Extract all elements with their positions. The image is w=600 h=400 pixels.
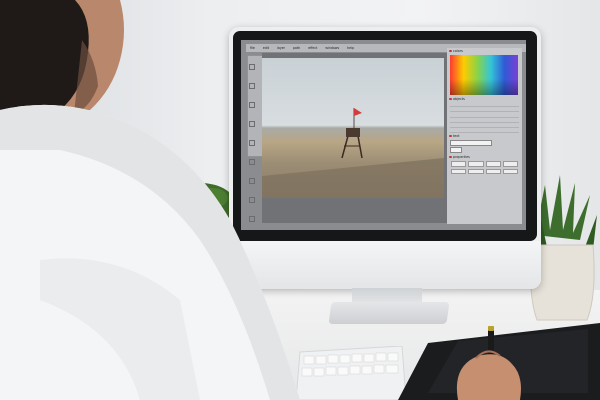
font-row [450,140,519,147]
objects-panel-title[interactable]: objects [447,96,522,102]
size-row [450,147,519,154]
property-field[interactable] [451,161,467,167]
property-field[interactable] [468,161,484,167]
properties-panel-title[interactable]: properties [447,154,522,160]
property-field[interactable] [502,161,518,167]
color-spectrum[interactable] [450,55,518,95]
font-input[interactable] [450,140,492,147]
hand-with-stylus [456,326,521,400]
menu-help[interactable]: help [347,44,354,52]
size-input[interactable] [450,147,462,154]
properties-grid [451,161,518,175]
property-field[interactable] [468,168,484,175]
property-field[interactable] [451,168,467,175]
property-field[interactable] [485,161,501,167]
right-panels: colors objects text properties [447,48,522,224]
monitor-foot [328,302,450,324]
photo-scene: file edit layer path effect windows help [0,0,600,400]
person-silhouette [0,0,300,400]
property-field[interactable] [502,168,518,175]
colors-panel-title[interactable]: colors [447,48,522,54]
property-field[interactable] [485,168,501,175]
text-panel-title[interactable]: text [447,133,522,139]
